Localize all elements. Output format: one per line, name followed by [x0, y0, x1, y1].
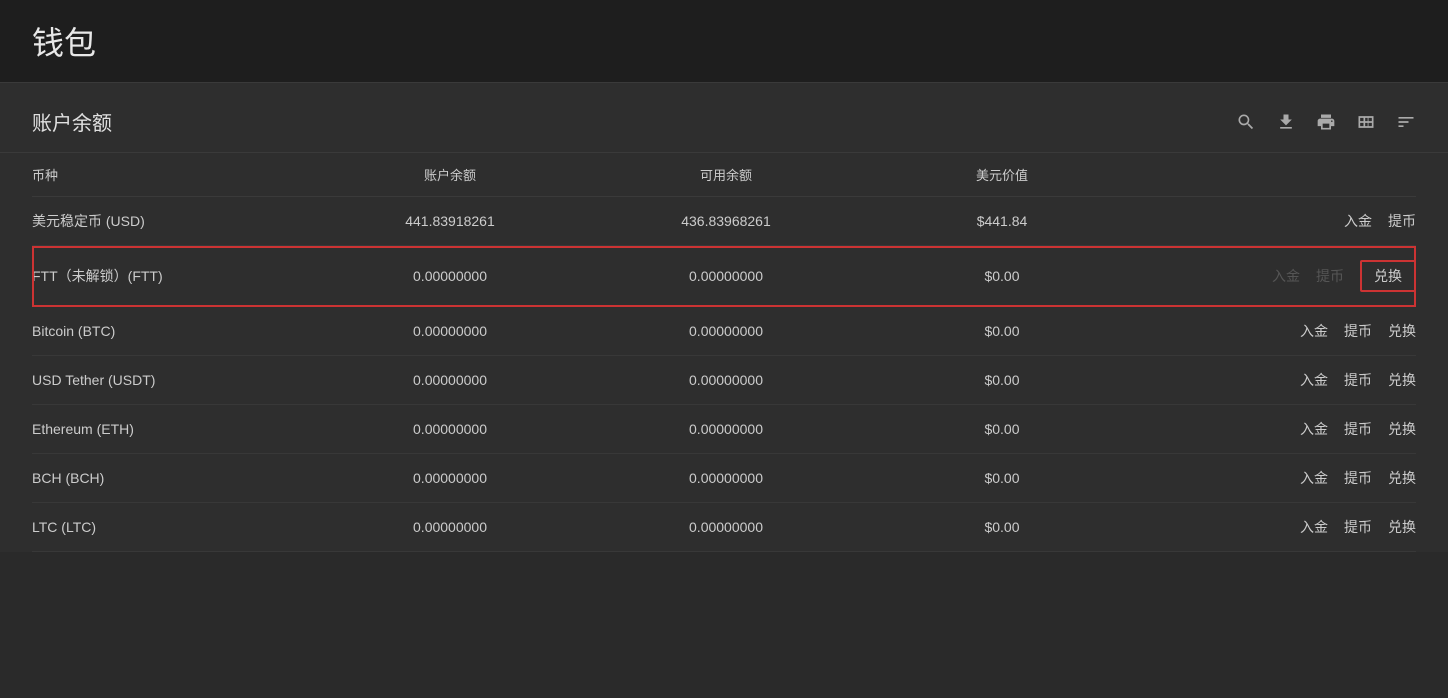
account-balance: 0.00000000 — [312, 323, 588, 339]
columns-icon[interactable] — [1356, 112, 1376, 132]
deposit-button[interactable]: 入金 — [1300, 370, 1328, 390]
usd-value: $0.00 — [864, 519, 1140, 535]
header-balance: 账户余额 — [312, 165, 588, 184]
search-icon[interactable] — [1236, 112, 1256, 132]
deposit-button[interactable]: 入金 — [1344, 211, 1372, 231]
exchange-button[interactable]: 兑换 — [1388, 321, 1416, 341]
actions-cell: 入金提币兑换 — [1140, 517, 1416, 537]
download-icon[interactable] — [1276, 112, 1296, 132]
account-balance: 441.83918261 — [312, 213, 588, 229]
actions-cell: 入金提币兑换 — [1140, 468, 1416, 488]
header-available: 可用余额 — [588, 165, 864, 184]
table-row: Bitcoin (BTC)0.000000000.00000000$0.00入金… — [32, 307, 1416, 356]
usd-value: $0.00 — [864, 470, 1140, 486]
exchange-button[interactable]: 兑换 — [1388, 419, 1416, 439]
table-row: BCH (BCH)0.000000000.00000000$0.00入金提币兑换 — [32, 454, 1416, 503]
header-currency: 币种 — [32, 165, 312, 184]
usd-value: $0.00 — [864, 268, 1140, 284]
table-row: FTT（未解锁）(FTT)0.000000000.00000000$0.00入金… — [32, 246, 1416, 307]
withdraw-button: 提币 — [1316, 266, 1344, 286]
header-actions — [1140, 165, 1416, 184]
exchange-button[interactable]: 兑换 — [1360, 260, 1416, 292]
withdraw-button[interactable]: 提币 — [1344, 321, 1372, 341]
withdraw-button[interactable]: 提币 — [1344, 370, 1372, 390]
currency-name: BCH (BCH) — [32, 470, 312, 486]
available-balance: 0.00000000 — [588, 470, 864, 486]
table-row: USD Tether (USDT)0.000000000.00000000$0.… — [32, 356, 1416, 405]
exchange-button[interactable]: 兑换 — [1388, 468, 1416, 488]
page-header: 钱包 — [0, 0, 1448, 83]
currency-name: Ethereum (ETH) — [32, 421, 312, 437]
deposit-button: 入金 — [1272, 266, 1300, 286]
withdraw-button[interactable]: 提币 — [1344, 419, 1372, 439]
withdraw-button[interactable]: 提币 — [1344, 517, 1372, 537]
available-balance: 0.00000000 — [588, 372, 864, 388]
usd-value: $0.00 — [864, 323, 1140, 339]
table-row: LTC (LTC)0.000000000.00000000$0.00入金提币兑换 — [32, 503, 1416, 552]
account-balance: 0.00000000 — [312, 372, 588, 388]
available-balance: 0.00000000 — [588, 323, 864, 339]
account-balance: 0.00000000 — [312, 470, 588, 486]
table-container: 币种 账户余额 可用余额 美元价值 美元稳定币 (USD)441.8391826… — [0, 153, 1448, 552]
table-row: Ethereum (ETH)0.000000000.00000000$0.00入… — [32, 405, 1416, 454]
toolbar-icons — [1236, 112, 1416, 132]
currency-name: USD Tether (USDT) — [32, 372, 312, 388]
table-body: 美元稳定币 (USD)441.83918261436.83968261$441.… — [32, 197, 1416, 552]
available-balance: 0.00000000 — [588, 268, 864, 284]
currency-name: FTT（未解锁）(FTT) — [32, 266, 312, 286]
header-usd: 美元价值 — [864, 165, 1140, 184]
table-row: 美元稳定币 (USD)441.83918261436.83968261$441.… — [32, 197, 1416, 246]
deposit-button[interactable]: 入金 — [1300, 517, 1328, 537]
filter-icon[interactable] — [1396, 112, 1416, 132]
account-balance: 0.00000000 — [312, 519, 588, 535]
deposit-button[interactable]: 入金 — [1300, 468, 1328, 488]
account-balance: 0.00000000 — [312, 268, 588, 284]
deposit-button[interactable]: 入金 — [1300, 419, 1328, 439]
usd-value: $0.00 — [864, 421, 1140, 437]
usd-value: $0.00 — [864, 372, 1140, 388]
actions-cell: 入金提币 — [1140, 211, 1416, 231]
actions-cell: 入金提币兑换 — [1140, 260, 1416, 292]
actions-cell: 入金提币兑换 — [1140, 419, 1416, 439]
page-title: 钱包 — [32, 18, 1416, 64]
currency-name: LTC (LTC) — [32, 519, 312, 535]
exchange-button[interactable]: 兑换 — [1388, 370, 1416, 390]
currency-name: 美元稳定币 (USD) — [32, 211, 312, 231]
withdraw-button[interactable]: 提币 — [1344, 468, 1372, 488]
usd-value: $441.84 — [864, 213, 1140, 229]
withdraw-button[interactable]: 提币 — [1388, 211, 1416, 231]
account-balance: 0.00000000 — [312, 421, 588, 437]
actions-cell: 入金提币兑换 — [1140, 370, 1416, 390]
print-icon[interactable] — [1316, 112, 1336, 132]
card-header: 账户余额 — [0, 83, 1448, 153]
available-balance: 436.83968261 — [588, 213, 864, 229]
available-balance: 0.00000000 — [588, 421, 864, 437]
actions-cell: 入金提币兑换 — [1140, 321, 1416, 341]
table-header: 币种 账户余额 可用余额 美元价值 — [32, 153, 1416, 197]
main-content: 账户余额 — [0, 83, 1448, 552]
currency-name: Bitcoin (BTC) — [32, 323, 312, 339]
card-title: 账户余额 — [32, 107, 112, 136]
available-balance: 0.00000000 — [588, 519, 864, 535]
exchange-button[interactable]: 兑换 — [1388, 517, 1416, 537]
deposit-button[interactable]: 入金 — [1300, 321, 1328, 341]
